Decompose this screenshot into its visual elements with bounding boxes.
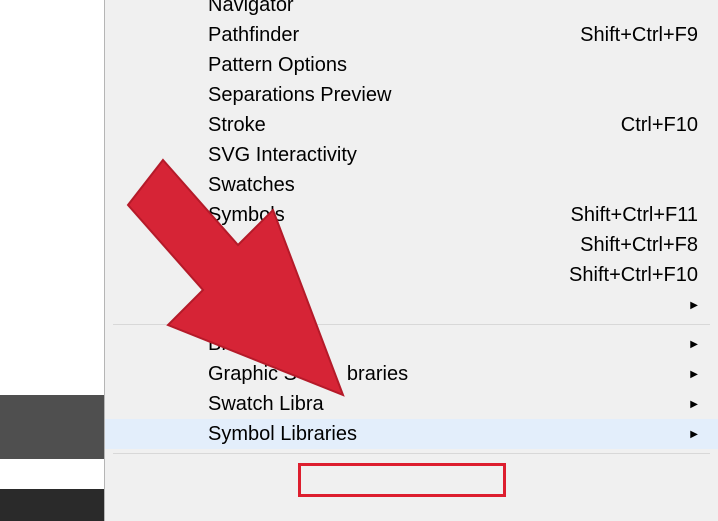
canvas-statusbar-area [0, 489, 104, 521]
menu-item-separations-preview[interactable]: Separations Preview [105, 80, 718, 110]
menu-label: Brus [208, 333, 249, 356]
menu-label: SVG Interactivity [208, 144, 357, 167]
menu-item-brush-libraries[interactable]: Brus ▶ [105, 329, 718, 359]
chevron-right-icon: ▶ [690, 429, 698, 440]
menu-shortcut: Shift+Ctrl+F8 [580, 234, 698, 257]
menu-label: Pathfinder [208, 24, 299, 47]
menu-shortcut: Shift+Ctrl+F10 [569, 264, 698, 287]
menu-label: Stroke [208, 114, 266, 137]
menu-shortcut: Shift+Ctrl+F9 [580, 24, 698, 47]
menu-item-navigator[interactable]: Navigator [105, 0, 718, 20]
chevron-right-icon: ▶ [690, 399, 698, 410]
menu-label: Separations Preview [208, 84, 391, 107]
chevron-right-icon: ▶ [690, 369, 698, 380]
menu-label: Swatch Libra [208, 393, 324, 416]
menu-item-transform[interactable]: Shift+Ctrl+F8 [105, 230, 718, 260]
menu-shortcut: Shift+Ctrl+F11 [571, 204, 698, 227]
canvas-scrollbar-area [0, 395, 104, 459]
menu-item-transparency[interactable]: Shift+Ctrl+F10 [105, 260, 718, 290]
menu-label: Symbols [208, 204, 285, 227]
menu-item-swatches[interactable]: Swatches [105, 170, 718, 200]
menu-separator [113, 324, 710, 325]
menu-item-pattern-options[interactable]: Pattern Options [105, 50, 718, 80]
chevron-right-icon: ▶ [690, 339, 698, 350]
menu-item-symbol-libraries[interactable]: Symbol Libraries ▶ [105, 419, 718, 449]
menu-item-graphic-style-libraries[interactable]: Graphic S braries ▶ [105, 359, 718, 389]
window-menu-panel: Navigator Pathfinder Shift+Ctrl+F9 Patte… [104, 0, 718, 521]
menu-item-pathfinder[interactable]: Pathfinder Shift+Ctrl+F9 [105, 20, 718, 50]
menu-item-symbols[interactable]: Symbols Shift+Ctrl+F11 [105, 200, 718, 230]
menu-label: Navigator [208, 0, 294, 17]
menu-label: Pattern Options [208, 54, 347, 77]
menu-separator [113, 453, 710, 454]
chevron-right-icon: ▶ [690, 300, 698, 311]
menu-item-swatch-libraries[interactable]: Swatch Libra ▶ [105, 389, 718, 419]
menu-item-stroke[interactable]: Stroke Ctrl+F10 [105, 110, 718, 140]
menu-label: Graphic S braries [208, 363, 408, 386]
menu-item-svg-interactivity[interactable]: SVG Interactivity [105, 140, 718, 170]
menu-label: Swatches [208, 174, 295, 197]
menu-shortcut: Ctrl+F10 [621, 114, 698, 137]
menu-label: Symbol Libraries [208, 423, 357, 446]
menu-item-type[interactable]: ▶ [105, 290, 718, 320]
